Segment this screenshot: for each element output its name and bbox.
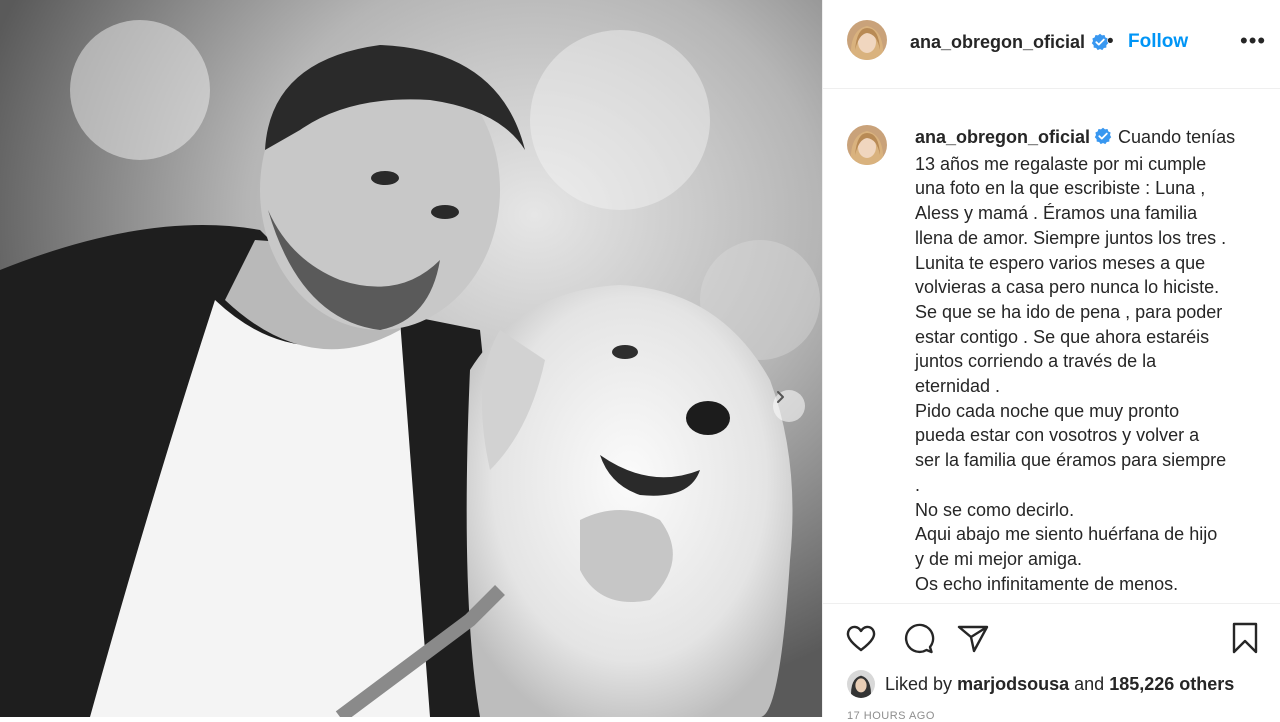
post-actions: Liked by marjodsousa and 185,226 others … — [823, 603, 1280, 722]
like-button[interactable] — [843, 620, 879, 656]
profile-photo — [847, 670, 875, 698]
heart-icon — [846, 625, 876, 652]
caption-line: ser la familia que éramos para siempre — [915, 450, 1227, 471]
liked-by-middle: and — [1074, 674, 1105, 694]
caption-username[interactable]: ana_obregon_oficial — [915, 127, 1090, 147]
caption-line: . — [915, 474, 921, 495]
caption-line: Pido cada noche que muy pronto — [915, 400, 1180, 421]
verified-badge-icon — [1094, 127, 1112, 152]
follow-button[interactable]: Follow — [1128, 31, 1188, 53]
paper-plane-icon — [957, 625, 989, 653]
liked-by-prefix: Liked by — [885, 674, 953, 694]
caption-line: y de mi mejor amiga. — [915, 548, 1083, 569]
caption-line: volvieras a casa pero nunca lo hiciste. — [915, 277, 1220, 298]
caption-line: juntos corriendo a través de la — [915, 351, 1157, 372]
liked-by-user[interactable]: marjodsousa — [957, 674, 1069, 694]
caption-line: Lunita te espero varios meses a que — [915, 252, 1206, 273]
comment-button[interactable] — [900, 620, 936, 656]
avatar[interactable] — [847, 20, 887, 60]
caption-line: Cuando tenías — [1118, 127, 1236, 147]
liked-by-count[interactable]: 185,226 others — [1109, 674, 1234, 694]
caption-line: 13 años me regalaste por mi cumple — [915, 153, 1207, 174]
likes-summary: Liked by marjodsousa and 185,226 others — [885, 674, 1234, 695]
post-sidebar: ana_obregon_oficial • Follow ••• ana_obr… — [822, 0, 1280, 722]
post-caption: ana_obregon_oficial Cuando tenías 13 año… — [915, 125, 1255, 596]
caption-line: Se que se ha ido de pena , para poder — [915, 301, 1223, 322]
caption-line: eternidad . — [915, 376, 1001, 397]
bookmark-icon — [1232, 622, 1258, 654]
header-username[interactable]: ana_obregon_oficial — [910, 32, 1085, 53]
caption-line: Aqui abajo me siento huérfana de hijo — [915, 524, 1218, 545]
post-timestamp[interactable]: 17 HOURS AGO — [847, 710, 935, 722]
caption-line: una foto en la que escribiste : Luna , — [915, 178, 1206, 199]
caption-avatar[interactable] — [847, 125, 887, 165]
separator-dot: • — [1107, 31, 1114, 52]
caption-line: estar contigo . Se que ahora estaréis — [915, 326, 1210, 347]
share-button[interactable] — [955, 620, 991, 656]
caption-line: Aless y mamá . Éramos una familia — [915, 203, 1198, 224]
post-photo[interactable] — [0, 0, 822, 717]
liked-by-avatar[interactable] — [847, 670, 875, 698]
post-header: ana_obregon_oficial • Follow ••• — [823, 0, 1280, 89]
photo-illustration — [0, 0, 822, 717]
profile-photo — [847, 20, 887, 60]
caption-line: Os echo infinitamente de menos. — [915, 573, 1179, 594]
caption-line: llena de amor. Siempre juntos los tres . — [915, 227, 1227, 248]
caption-line: pueda estar con vosotros y volver a — [915, 425, 1200, 446]
next-image-button[interactable] — [773, 390, 805, 422]
more-options-button[interactable]: ••• — [1240, 28, 1266, 54]
profile-photo — [847, 125, 887, 165]
chevron-right-icon — [777, 391, 784, 403]
comment-icon — [904, 623, 935, 654]
comments-section: ana_obregon_oficial Cuando tenías 13 año… — [823, 89, 1280, 602]
save-button[interactable] — [1227, 620, 1263, 656]
caption-line: No se como decirlo. — [915, 499, 1075, 520]
